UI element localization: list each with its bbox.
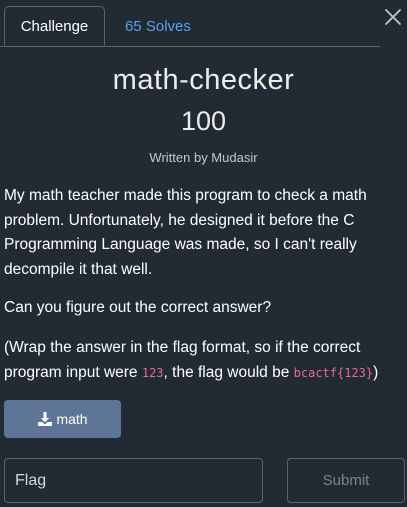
tab-challenge[interactable]: Challenge bbox=[4, 6, 105, 46]
challenge-author: Written by Mudasir bbox=[149, 150, 258, 165]
description-flag-format: (Wrap the answer in the flag format, so … bbox=[4, 336, 396, 385]
close-icon bbox=[385, 9, 401, 25]
flag-input[interactable] bbox=[4, 458, 263, 503]
tab-solves[interactable]: 65 Solves bbox=[125, 6, 191, 46]
flag-format-text: ) bbox=[373, 363, 379, 381]
download-file-label: math bbox=[56, 411, 88, 427]
flag-format-text: , the flag would be bbox=[163, 363, 294, 381]
challenge-points: 100 bbox=[180, 106, 227, 136]
submit-button[interactable]: Submit bbox=[287, 458, 405, 503]
example-flag-code: bcactf{123} bbox=[293, 365, 374, 380]
example-input-code: 123 bbox=[141, 365, 164, 380]
close-button[interactable] bbox=[384, 8, 402, 26]
description-paragraph: My math teacher made this program to che… bbox=[4, 187, 367, 278]
challenge-tabs: Challenge 65 Solves bbox=[0, 0, 380, 47]
download-icon bbox=[38, 412, 53, 426]
download-file-button[interactable]: math bbox=[4, 400, 121, 438]
description-question: Can you figure out the correct answer? bbox=[4, 299, 272, 316]
challenge-title: math-checker bbox=[112, 64, 295, 96]
